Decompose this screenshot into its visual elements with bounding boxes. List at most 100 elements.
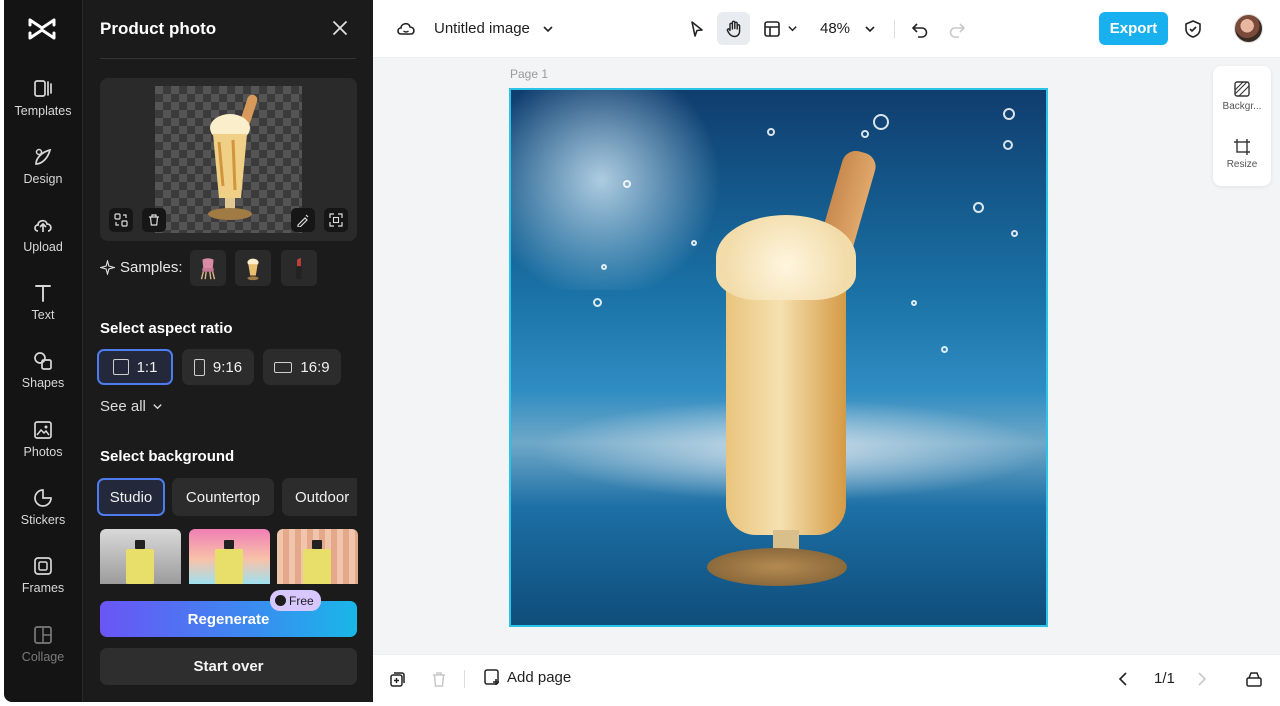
rail-label-collage: Collage: [21, 650, 65, 664]
fullscreen-button[interactable]: [324, 208, 348, 232]
background-tool[interactable]: Backgr...: [1213, 80, 1271, 112]
portrait-ratio-icon: [193, 358, 205, 376]
canvas-side-tools: Backgr... Resize: [1213, 66, 1271, 186]
cloud-save-button[interactable]: [393, 16, 419, 42]
collage-icon: [34, 626, 52, 644]
bubble: [1011, 230, 1018, 237]
rail-item-stickers[interactable]: Stickers: [4, 487, 82, 547]
rail-item-shapes[interactable]: Shapes: [4, 350, 82, 410]
rail-item-templates[interactable]: Templates: [4, 78, 82, 138]
ratio-9-16-button[interactable]: 9:16: [182, 349, 254, 385]
sample-lipstick[interactable]: [281, 250, 317, 286]
bubble: [593, 298, 602, 307]
bg-tab-countertop-label: Countertop: [185, 488, 261, 506]
rail-item-photos[interactable]: Photos: [4, 419, 82, 479]
bg-thumb-pastel[interactable]: [189, 529, 270, 584]
stickers-icon: [34, 489, 52, 507]
bg-tab-countertop[interactable]: Countertop: [172, 478, 274, 516]
bg-thumb-silver[interactable]: [100, 529, 181, 584]
bottle-preview: [126, 540, 154, 584]
avatar[interactable]: [1234, 14, 1263, 43]
ratio-1-1-button[interactable]: 1:1: [97, 349, 173, 385]
transparent-background: [155, 86, 302, 233]
glass-base: [707, 548, 847, 586]
bubble: [623, 180, 631, 188]
select-tool[interactable]: [684, 16, 710, 42]
sample-chair[interactable]: [190, 250, 226, 286]
redo-icon: [949, 23, 966, 38]
trash-icon: [433, 672, 445, 687]
page-label: Page 1: [510, 67, 549, 81]
rail-item-frames[interactable]: Frames: [4, 555, 82, 615]
bg-thumb-curtain[interactable]: [277, 529, 358, 584]
milkshake-glass: [726, 275, 846, 535]
bubble: [861, 130, 869, 138]
security-button[interactable]: [1180, 16, 1206, 42]
close-icon[interactable]: [330, 18, 350, 38]
expand-icon: [329, 213, 343, 227]
edit-cutout-button[interactable]: [291, 208, 315, 232]
capcut-logo-icon[interactable]: [28, 16, 56, 42]
pointer-icon: [691, 21, 703, 37]
ratio-1-1-label: 1:1: [136, 358, 158, 376]
rail-item-design[interactable]: Design: [4, 146, 82, 206]
whipped-cream: [716, 215, 856, 300]
bg-tab-outdoor[interactable]: Outdoor: [282, 478, 357, 516]
top-toolbar: Untitled image 48% Export: [373, 0, 1280, 58]
bubble: [973, 202, 984, 213]
document-title-dropdown[interactable]: Untitled image: [434, 20, 554, 37]
sparkle-icon: [100, 260, 115, 275]
chevron-down-icon: [865, 25, 875, 32]
artboard-image[interactable]: [509, 88, 1048, 627]
chevron-down-icon[interactable]: [787, 23, 798, 34]
duplicate-icon: [390, 672, 405, 687]
canvas-area: Page 1 Backgr... Resize: [373, 58, 1280, 654]
light-glow: [511, 90, 731, 290]
zoom-dropdown[interactable]: 48%: [820, 20, 876, 37]
ratio-16-9-button[interactable]: 16:9: [263, 349, 341, 385]
redo-button[interactable]: [944, 16, 970, 42]
start-over-button[interactable]: Start over: [100, 648, 357, 685]
panel-title: Product photo: [100, 19, 217, 38]
design-icon: [35, 148, 52, 165]
bg-tab-outdoor-label: Outdoor: [295, 488, 350, 506]
bottom-toolbar: Add page 1/1: [373, 654, 1280, 702]
sample-milkshake[interactable]: [235, 250, 271, 286]
rail-label-text: Text: [31, 308, 55, 322]
background-tool-label: Backgr...: [1222, 101, 1262, 112]
page-manager-button[interactable]: [1243, 668, 1265, 690]
export-button[interactable]: Export: [1099, 12, 1168, 45]
resize-tool[interactable]: Resize: [1213, 138, 1271, 170]
replace-button[interactable]: [109, 208, 133, 232]
add-page-icon: [484, 669, 499, 685]
duplicate-page-button[interactable]: [387, 668, 409, 690]
hand-tool[interactable]: [717, 12, 750, 45]
product-preview: [100, 78, 357, 241]
rail-item-text[interactable]: Text: [4, 282, 82, 342]
undo-icon: [911, 23, 928, 38]
rail-label-shapes: Shapes: [21, 376, 65, 390]
chevron-left-icon: [1118, 672, 1127, 686]
templates-icon: [34, 80, 52, 97]
bubble: [1003, 108, 1015, 120]
add-page-button[interactable]: Add page: [483, 668, 571, 686]
delete-button[interactable]: [142, 208, 166, 232]
bubble: [941, 346, 948, 353]
next-page-button[interactable]: [1190, 668, 1212, 690]
panel-divider: [100, 58, 356, 59]
ratio-16-9-label: 16:9: [300, 358, 330, 376]
chevron-down-icon: [153, 404, 162, 410]
bg-tab-studio[interactable]: Studio: [97, 478, 165, 516]
layout-dropdown[interactable]: [759, 16, 785, 42]
delete-page-button[interactable]: [428, 668, 450, 690]
see-all-link[interactable]: See all: [100, 398, 163, 415]
bubble: [767, 128, 775, 136]
rail-item-collage[interactable]: Collage: [4, 624, 82, 684]
rail-item-upload[interactable]: Upload: [4, 214, 82, 274]
rail-label-photos: Photos: [23, 445, 63, 459]
resize-icon: [1234, 139, 1250, 155]
undo-button[interactable]: [907, 16, 933, 42]
milkshake-cutout: [208, 94, 258, 220]
rail-label-stickers: Stickers: [20, 513, 66, 527]
previous-page-button[interactable]: [1113, 668, 1135, 690]
